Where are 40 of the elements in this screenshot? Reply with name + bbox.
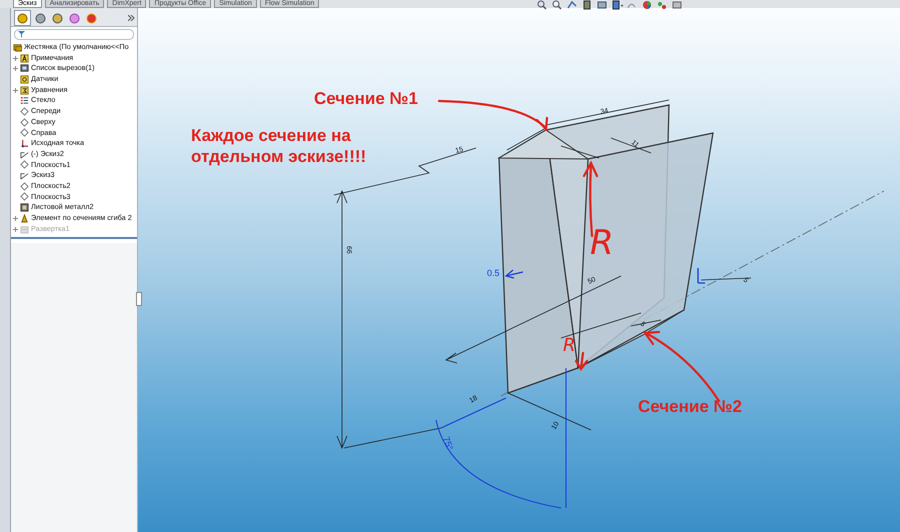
triad-icon xyxy=(697,267,706,284)
monitor-icon[interactable] xyxy=(672,0,684,10)
part-icon xyxy=(13,42,22,52)
plane-icon xyxy=(20,160,29,170)
annotation-note: Каждое сечение на отдельном эскизе!!!! xyxy=(191,126,366,166)
chevron-icon[interactable] xyxy=(128,15,135,21)
sheetmetal-icon xyxy=(20,203,29,212)
material-icon xyxy=(20,96,29,106)
filter-field[interactable] xyxy=(14,29,134,40)
appearance-icon[interactable] xyxy=(642,0,654,10)
expand-icon[interactable] xyxy=(12,214,19,222)
filter-icon xyxy=(18,31,25,38)
loft-icon xyxy=(20,214,29,223)
display-manager-icon[interactable] xyxy=(84,11,99,25)
dynamic-annotation-icon[interactable] xyxy=(597,0,609,10)
sensors-icon xyxy=(20,74,29,84)
cutlist-icon xyxy=(20,64,29,74)
annotations-icon xyxy=(20,54,29,63)
annotation-note: Сечение №2 xyxy=(638,397,742,416)
expand-icon[interactable] xyxy=(12,86,19,94)
expand-icon[interactable] xyxy=(12,65,19,72)
previous-view-icon[interactable] xyxy=(567,0,579,10)
zoom-fit-icon[interactable] xyxy=(537,0,549,10)
expand-icon[interactable] xyxy=(12,54,19,62)
view-orientation-icon[interactable] xyxy=(612,0,624,10)
splitter-handle[interactable] xyxy=(136,292,142,306)
feature-manager-icon[interactable] xyxy=(14,10,31,26)
scene-icon[interactable] xyxy=(657,0,669,10)
handwritten-note: R xyxy=(563,335,576,356)
handwritten-note: R xyxy=(590,223,614,263)
configuration-manager-icon[interactable] xyxy=(50,11,65,25)
sketch-icon xyxy=(20,171,29,180)
dimension-label[interactable]: 0.5 xyxy=(487,268,500,278)
zoom-area-icon[interactable] xyxy=(552,0,564,10)
sketch-icon xyxy=(20,150,29,159)
annotation-note: Сечение №1 xyxy=(314,89,418,108)
origin-icon xyxy=(20,139,29,148)
property-manager-icon[interactable] xyxy=(33,11,48,25)
flat-icon xyxy=(20,224,29,234)
equations-icon xyxy=(20,86,29,95)
